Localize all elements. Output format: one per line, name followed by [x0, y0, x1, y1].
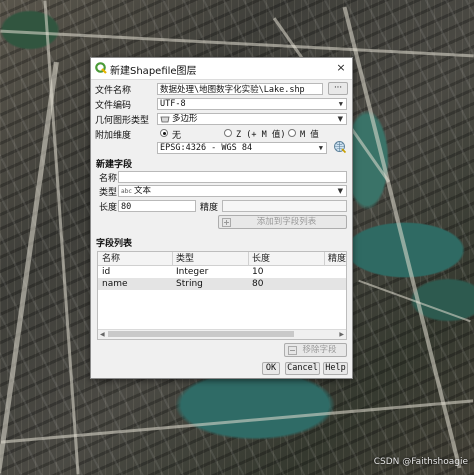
- field-precision-input[interactable]: [222, 200, 347, 212]
- column-header-type[interactable]: 类型: [176, 253, 194, 265]
- file-encoding-select[interactable]: UTF-8 ▼: [157, 98, 347, 110]
- dialog-title: 新建Shapefile图层: [110, 66, 197, 77]
- file-encoding-value: UTF-8: [160, 99, 186, 109]
- remove-field-label: 移除字段: [302, 345, 337, 355]
- add-field-icon: [222, 218, 231, 227]
- chevron-down-icon: ▼: [318, 144, 323, 152]
- cell-type: Integer: [176, 267, 209, 277]
- close-icon[interactable]: ×: [334, 61, 348, 75]
- scroll-left-icon[interactable]: ◀: [100, 330, 105, 339]
- browse-button[interactable]: ···: [328, 82, 348, 95]
- road: [0, 61, 59, 474]
- text-type-icon: abc: [121, 188, 132, 195]
- field-precision-label: 精度: [200, 203, 219, 213]
- field-name-label: 名称: [99, 174, 118, 184]
- new-field-section-title: 新建字段: [96, 160, 133, 170]
- table-header: 名称 类型 长度 精度: [98, 252, 346, 266]
- dimension-none-label: 无: [172, 131, 182, 141]
- add-to-field-list-label: 添加到字段列表: [256, 217, 317, 227]
- qgis-logo-icon: [95, 62, 107, 74]
- column-header-name[interactable]: 名称: [102, 253, 120, 265]
- file-name-label: 文件名称: [95, 86, 132, 96]
- ok-button[interactable]: OK: [262, 362, 280, 375]
- field-length-input[interactable]: 80: [118, 200, 196, 212]
- field-length-label: 长度: [99, 203, 118, 213]
- dimension-none-radio[interactable]: [160, 129, 168, 137]
- column-divider: [324, 252, 325, 265]
- cell-length: 10: [252, 267, 264, 277]
- chevron-down-icon: ▼: [338, 100, 343, 108]
- road: [43, 0, 80, 475]
- geometry-type-label: 几何图形类型: [95, 116, 150, 126]
- watermark-text: CSDN @Faithshoagie: [373, 457, 468, 467]
- dimension-m-label: M 值: [300, 130, 319, 140]
- crs-value: EPSG:4326 - WGS 84: [160, 143, 253, 153]
- dimension-z-label: Z (+ M 值): [236, 130, 286, 140]
- scrollbar-thumb[interactable]: [108, 331, 294, 337]
- chevron-down-icon: ▼: [337, 115, 343, 123]
- title-bar: 新建Shapefile图层 ×: [91, 58, 352, 80]
- add-to-field-list-button[interactable]: 添加到字段列表: [218, 215, 347, 229]
- field-list-table[interactable]: 名称 类型 长度 精度 id Integer 10 name String 80…: [97, 251, 347, 340]
- help-button[interactable]: Help: [323, 362, 348, 375]
- field-type-value: 文本: [134, 186, 152, 196]
- new-shapefile-layer-dialog: 新建Shapefile图层 × 文件名称 数据处理\地图数字化实验\Lake.s…: [90, 57, 353, 379]
- cell-name: name: [102, 279, 128, 289]
- file-encoding-label: 文件编码: [95, 101, 132, 111]
- cell-type: String: [176, 279, 203, 289]
- cell-name: id: [102, 267, 111, 277]
- chevron-down-icon: ▼: [337, 187, 343, 195]
- field-list-section-title: 字段列表: [96, 239, 133, 249]
- scroll-right-icon[interactable]: ▶: [339, 330, 344, 339]
- table-row[interactable]: id Integer 10: [98, 266, 346, 278]
- column-header-length[interactable]: 长度: [252, 253, 270, 265]
- field-type-label: 类型: [99, 188, 118, 198]
- horizontal-scrollbar[interactable]: ◀ ▶: [98, 329, 346, 339]
- dimension-z-radio[interactable]: [224, 129, 232, 137]
- road: [342, 6, 462, 469]
- table-row-selected[interactable]: name String 80: [98, 278, 346, 290]
- column-divider: [172, 252, 173, 265]
- cell-length: 80: [252, 279, 264, 289]
- field-name-input[interactable]: [118, 171, 347, 183]
- column-header-precision[interactable]: 精度: [328, 253, 346, 265]
- cancel-button[interactable]: Cancel: [285, 362, 320, 375]
- crs-select[interactable]: EPSG:4326 - WGS 84 ▼: [157, 142, 327, 154]
- file-name-value: 数据处理\地图数字化实验\Lake.shp: [160, 85, 305, 95]
- polygon-icon: [160, 116, 170, 123]
- remove-field-button[interactable]: 移除字段: [284, 343, 347, 357]
- dimension-m-radio[interactable]: [288, 129, 296, 137]
- geometry-type-select[interactable]: 多边形 ▼: [157, 113, 347, 125]
- field-type-select[interactable]: abc 文本 ▼: [118, 185, 347, 197]
- crs-selector-globe-icon[interactable]: [333, 140, 347, 154]
- road: [0, 29, 474, 58]
- extra-dimension-label: 附加维度: [95, 131, 132, 141]
- remove-field-icon: [288, 346, 297, 355]
- file-name-field[interactable]: 数据处理\地图数字化实验\Lake.shp: [157, 83, 323, 95]
- geometry-type-value: 多边形: [172, 114, 198, 124]
- column-divider: [248, 252, 249, 265]
- field-length-value: 80: [121, 202, 132, 212]
